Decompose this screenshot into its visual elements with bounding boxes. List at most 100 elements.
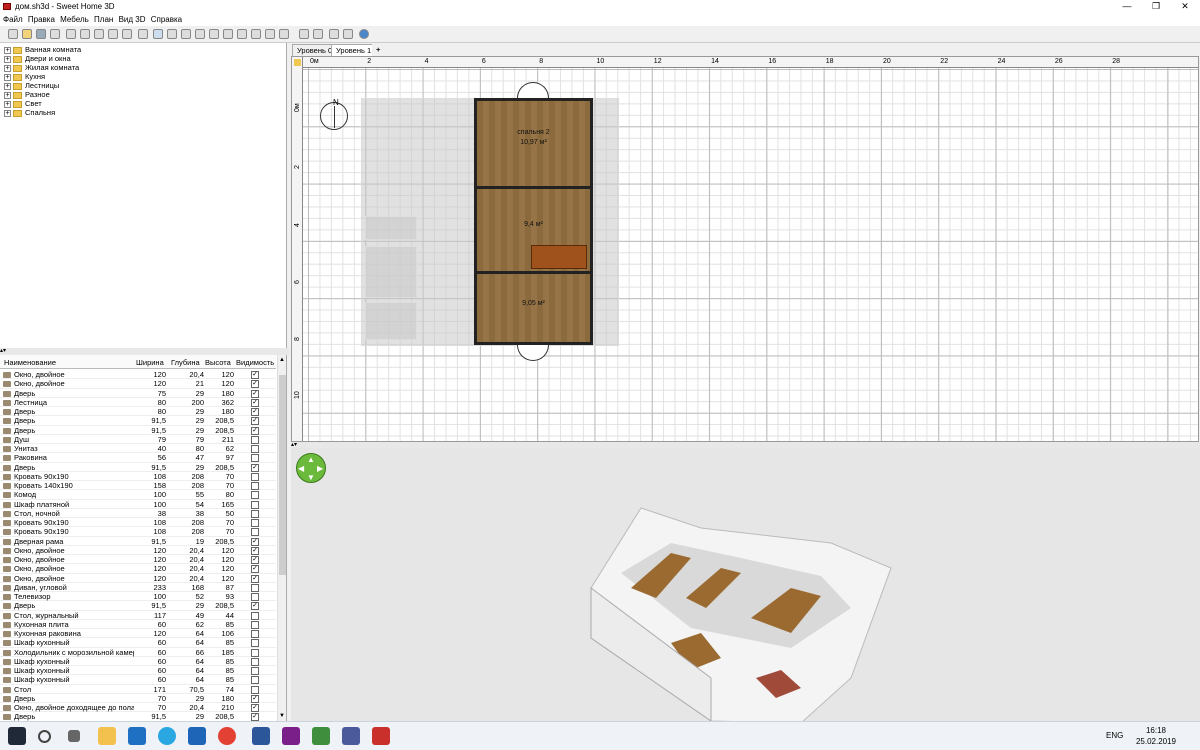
app-icon-green[interactable] <box>312 727 330 745</box>
catalog-category[interactable]: + Разное <box>4 90 50 99</box>
visibility-checkbox[interactable] <box>251 667 259 675</box>
expand-icon[interactable]: + <box>4 73 11 81</box>
sweet-home-3d-icon[interactable] <box>342 727 360 745</box>
door-bottom[interactable] <box>517 345 549 361</box>
table-row[interactable]: Окно, двойное доходящее до пола 70 20,4 210… <box>0 703 276 713</box>
table-row[interactable]: Телевизор 100 52 93 <box>0 592 276 602</box>
table-row[interactable]: Кухонная плита 60 62 85 <box>0 620 276 629</box>
visibility-checkbox[interactable]: ✓ <box>251 398 259 407</box>
clock-date[interactable]: 25.02.2019 <box>1126 737 1186 746</box>
start-windows-icon[interactable] <box>8 727 26 745</box>
text-size-icon[interactable] <box>265 29 275 39</box>
table-row[interactable]: Кровать 90x190 108 208 70 <box>0 518 276 528</box>
menu-furniture[interactable]: Мебель <box>60 13 89 26</box>
visibility-checkbox[interactable]: ✓ <box>251 426 259 435</box>
table-row[interactable]: Дверь 91,5 29 208,5 ✓ <box>0 463 276 472</box>
select-arrow-icon[interactable] <box>153 29 163 39</box>
table-row[interactable]: Стол, ночной 38 38 50 <box>0 509 276 518</box>
catalog-category[interactable]: + Свет <box>4 99 42 108</box>
paste-icon[interactable] <box>122 29 132 39</box>
visibility-checkbox[interactable]: ✓ <box>251 602 259 611</box>
create-rooms-icon[interactable] <box>195 29 205 39</box>
visibility-checkbox[interactable] <box>251 676 259 685</box>
table-row[interactable]: Стол, журнальный 117 49 44 <box>0 611 276 620</box>
menu-file[interactable]: Файл <box>3 13 23 26</box>
task-view-icon[interactable] <box>68 730 80 742</box>
menu-help[interactable]: Справка <box>151 13 182 26</box>
compass-rose-icon[interactable]: N <box>320 98 348 130</box>
visibility-checkbox[interactable]: ✓ <box>251 537 259 546</box>
table-row[interactable]: Кровать 90x190 108 208 70 <box>0 472 276 481</box>
column-width-header[interactable]: Ширина <box>136 358 164 367</box>
plan-view[interactable]: -20м246810121416182022242628 0м246810 сп… <box>291 56 1199 442</box>
scroll-up-icon[interactable]: ▲ <box>279 357 285 363</box>
add-furniture-icon[interactable] <box>138 29 148 39</box>
visibility-checkbox[interactable]: ✓ <box>251 371 259 379</box>
redo-icon[interactable] <box>80 29 90 39</box>
input-language[interactable]: ENG <box>1106 731 1123 740</box>
table-row[interactable]: Дверь 70 29 180 ✓ <box>0 694 276 703</box>
app-icon-red[interactable] <box>372 727 390 745</box>
table-row[interactable]: Дверь 91,5 29 208,5 ✓ <box>0 601 276 611</box>
menu-3d-view[interactable]: Вид 3D <box>119 13 146 26</box>
visibility-checkbox[interactable]: ✓ <box>251 408 259 416</box>
visibility-checkbox[interactable]: ✓ <box>251 694 259 703</box>
visibility-checkbox[interactable] <box>251 611 259 620</box>
clock-time[interactable]: 16:18 <box>1136 726 1176 735</box>
table-row[interactable]: Дверь 91,5 29 208,5 ✓ <box>0 426 276 435</box>
column-depth-header[interactable]: Глубина <box>171 358 200 367</box>
word-icon[interactable] <box>252 727 270 745</box>
table-row[interactable]: Дверная рама 91,5 19 208,5 ✓ <box>0 537 276 546</box>
skype-icon[interactable] <box>158 727 176 745</box>
menu-edit[interactable]: Правка <box>28 13 55 26</box>
undo-icon[interactable] <box>66 29 76 39</box>
visibility-checkbox[interactable]: ✓ <box>251 713 259 721</box>
column-name-header[interactable]: Наименование <box>4 358 56 367</box>
expand-icon[interactable]: + <box>4 82 11 90</box>
outlook-icon[interactable] <box>188 727 206 745</box>
table-scrollbar[interactable]: ▲ ▼ <box>277 355 286 721</box>
search-icon[interactable] <box>38 730 51 743</box>
visibility-checkbox[interactable] <box>251 648 259 657</box>
visibility-checkbox[interactable] <box>251 583 259 592</box>
catalog-category[interactable]: + Двери и окна <box>4 54 71 63</box>
visibility-checkbox[interactable] <box>251 472 259 481</box>
table-row[interactable]: Шкаф кухонный 60 64 85 <box>0 675 276 685</box>
copy-icon[interactable] <box>108 29 118 39</box>
column-visibility-header[interactable]: Видимость <box>236 358 274 367</box>
room-bedroom-2[interactable]: спальня 2 10,97 м² <box>474 98 593 189</box>
open-folder-icon[interactable] <box>22 29 32 39</box>
expand-icon[interactable]: + <box>4 55 11 63</box>
visibility-checkbox[interactable] <box>251 445 259 453</box>
table-row[interactable]: Шкаф кухонный 60 64 85 <box>0 638 276 648</box>
chrome-icon[interactable] <box>218 727 236 745</box>
table-row[interactable]: Дверь 75 29 180 ✓ <box>0 389 276 398</box>
table-row[interactable]: Кухонная раковина 120 64 106 <box>0 629 276 639</box>
file-explorer-icon[interactable] <box>98 727 116 745</box>
table-row[interactable]: Шкаф кухонный 60 64 85 <box>0 657 276 666</box>
visibility-checkbox[interactable] <box>251 639 259 648</box>
table-row[interactable]: Окно, двойное 120 20,4 120 ✓ <box>0 370 276 380</box>
close-button[interactable]: ✕ <box>1171 0 1199 13</box>
visibility-checkbox[interactable]: ✓ <box>251 565 259 574</box>
add-level-button[interactable]: + <box>372 44 385 56</box>
table-row[interactable]: Кровать 90x190 108 208 70 <box>0 527 276 537</box>
table-row[interactable]: Окно, двойное 120 21 120 ✓ <box>0 379 276 389</box>
save-icon[interactable] <box>36 29 46 39</box>
table-row[interactable]: Унитаз 40 80 62 <box>0 444 276 454</box>
visibility-checkbox[interactable] <box>251 657 259 666</box>
tab-level-1[interactable]: Уровень 1 <box>331 44 377 56</box>
expand-icon[interactable]: + <box>4 109 11 117</box>
visibility-checkbox[interactable]: ✓ <box>251 463 259 472</box>
table-row[interactable]: Кровать 140x190 158 208 70 <box>0 481 276 491</box>
expand-icon[interactable]: + <box>4 100 11 108</box>
visibility-checkbox[interactable] <box>251 509 259 518</box>
help-icon[interactable] <box>359 29 369 39</box>
table-row[interactable]: Комод 100 55 80 <box>0 490 276 500</box>
cut-icon[interactable] <box>50 29 60 39</box>
visibility-checkbox[interactable]: ✓ <box>251 556 259 564</box>
table-row[interactable]: Окно, двойное 120 20,4 120 ✓ <box>0 574 276 583</box>
create-photo-icon[interactable] <box>329 29 339 39</box>
expand-icon[interactable]: + <box>4 46 11 54</box>
visibility-checkbox[interactable]: ✓ <box>251 380 259 389</box>
